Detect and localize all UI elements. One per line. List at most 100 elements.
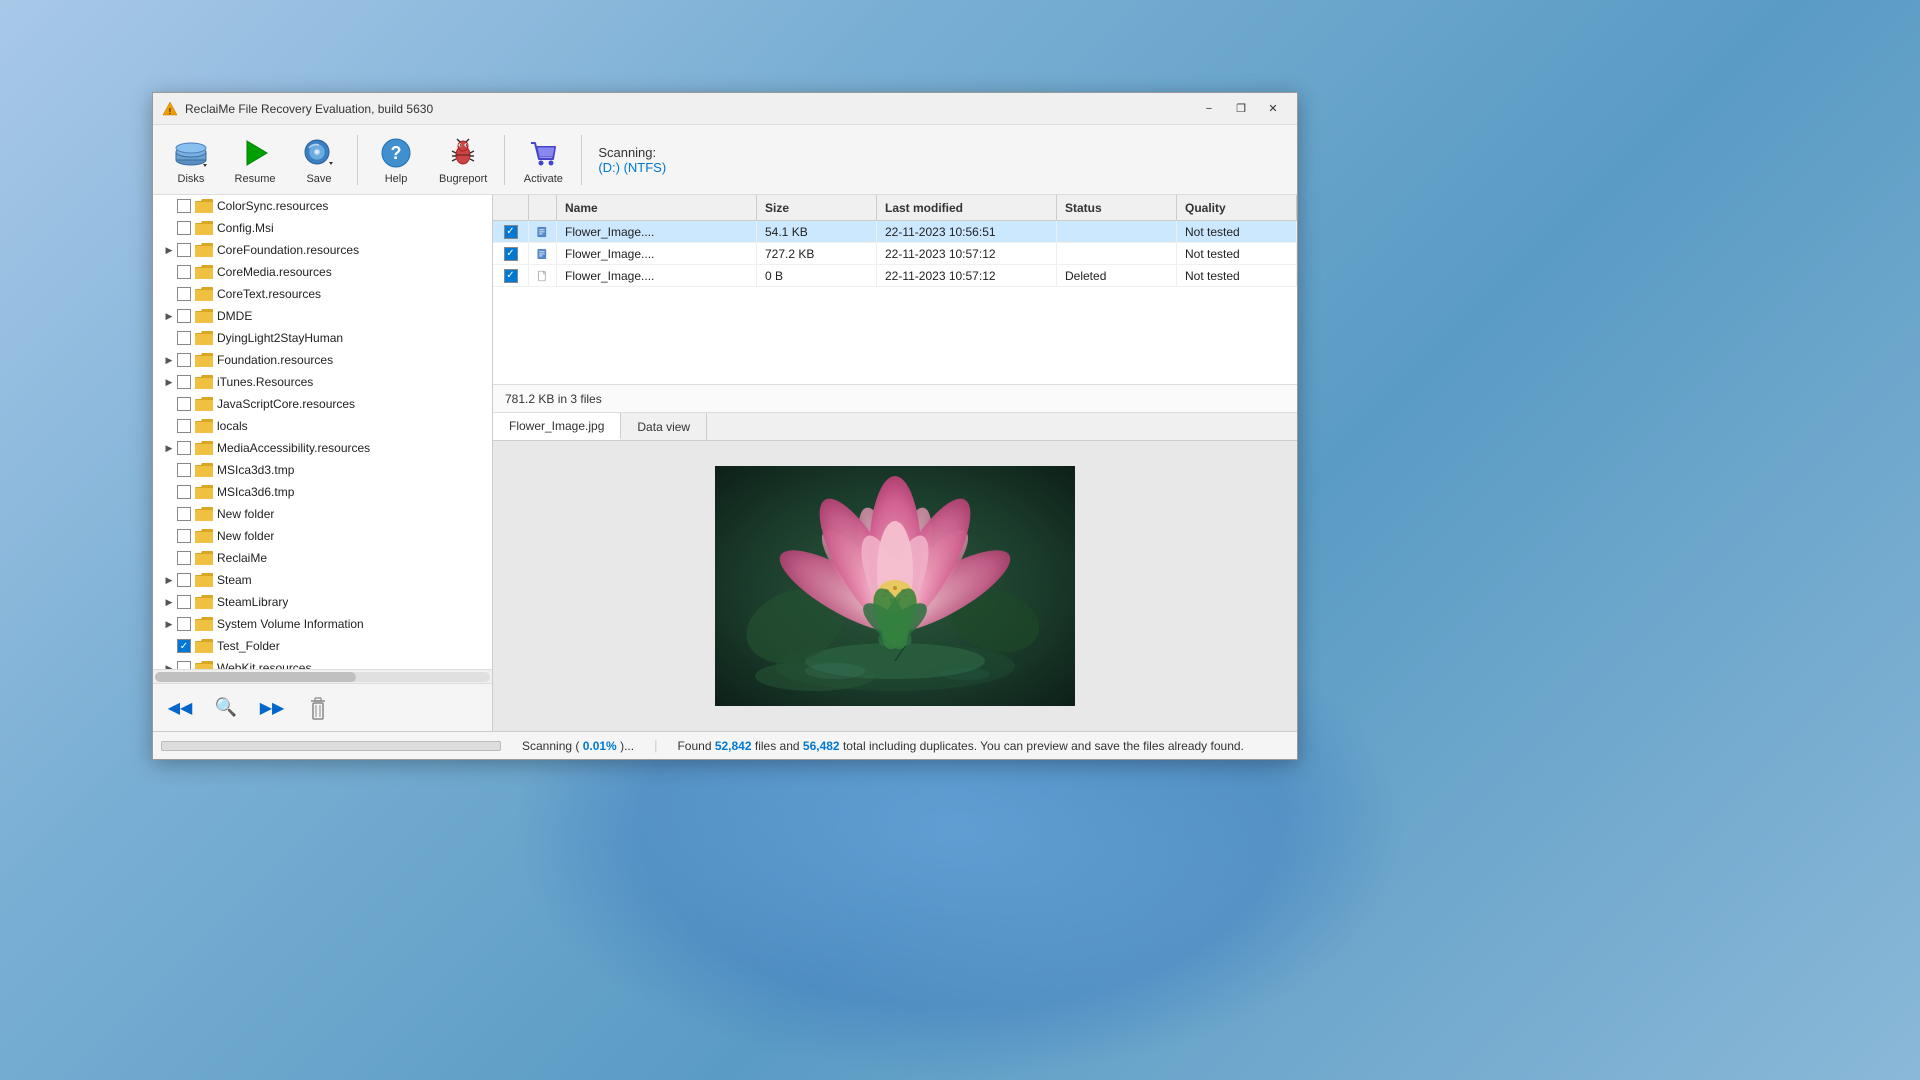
bugreport-button[interactable]: Bugreport bbox=[430, 129, 496, 191]
tree-item-label: MSIca3d6.tmp bbox=[217, 485, 294, 499]
tree-horizontal-scrollbar[interactable] bbox=[153, 669, 492, 683]
tree-item[interactable]: ▶ DMDE bbox=[153, 305, 492, 327]
tree-item[interactable]: ▶ CoreFoundation.resources bbox=[153, 239, 492, 261]
tree-checkbox[interactable] bbox=[177, 199, 191, 213]
tree-checkbox[interactable] bbox=[177, 419, 191, 433]
row-checkbox[interactable]: ✓ bbox=[493, 243, 529, 264]
tree-item[interactable]: CoreText.resources bbox=[153, 283, 492, 305]
tree-checkbox[interactable] bbox=[177, 309, 191, 323]
tree-checkbox[interactable] bbox=[177, 397, 191, 411]
nav-first-button[interactable]: ◀◀ bbox=[161, 690, 199, 726]
tree-item[interactable]: DyingLight2StayHuman bbox=[153, 327, 492, 349]
close-button[interactable]: ✕ bbox=[1257, 95, 1289, 123]
tree-expand[interactable]: ▶ bbox=[161, 616, 177, 632]
tab-image[interactable]: Flower_Image.jpg bbox=[493, 413, 621, 440]
activate-button[interactable]: Activate bbox=[513, 129, 573, 191]
tree-item[interactable]: ▶ MediaAccessibility.resources bbox=[153, 437, 492, 459]
found-prefix: Found bbox=[677, 739, 714, 753]
row-checkbox[interactable]: ✓ bbox=[493, 221, 529, 242]
scrollbar-thumb[interactable] bbox=[155, 672, 356, 682]
tree-checkbox[interactable] bbox=[177, 441, 191, 455]
tree-checkbox[interactable] bbox=[177, 287, 191, 301]
tree-item[interactable]: ▶ SteamLibrary bbox=[153, 591, 492, 613]
tree-item[interactable]: ▶ System Volume Information bbox=[153, 613, 492, 635]
tree-checkbox[interactable] bbox=[177, 617, 191, 631]
row-checkbox[interactable]: ✓ bbox=[493, 265, 529, 286]
tree-expand[interactable]: ▶ bbox=[161, 308, 177, 324]
tree-item[interactable]: MSIca3d3.tmp bbox=[153, 459, 492, 481]
tree-item[interactable]: ▶ Steam bbox=[153, 569, 492, 591]
tree-checkbox[interactable] bbox=[177, 661, 191, 669]
tree-item[interactable]: ▶ iTunes.Resources bbox=[153, 371, 492, 393]
tree-checkbox[interactable] bbox=[177, 331, 191, 345]
tree-checkbox-checked[interactable]: ✓ bbox=[177, 639, 191, 653]
save-button[interactable]: Save bbox=[289, 129, 349, 191]
tree-item-label: locals bbox=[217, 419, 248, 433]
tree-item[interactable]: MSIca3d6.tmp bbox=[153, 481, 492, 503]
help-button[interactable]: ? Help bbox=[366, 129, 426, 191]
tree-expand[interactable]: ▶ bbox=[161, 352, 177, 368]
file-table-row[interactable]: ✓ Flower_Image.... 54.1 KB bbox=[493, 221, 1297, 243]
tree-checkbox[interactable] bbox=[177, 221, 191, 235]
col-header-size[interactable]: Size bbox=[757, 195, 877, 220]
resume-button[interactable]: Resume bbox=[225, 129, 285, 191]
tree-expand[interactable]: ▶ bbox=[161, 440, 177, 456]
restore-button[interactable]: ❐ bbox=[1225, 95, 1257, 123]
tree-item[interactable]: New folder bbox=[153, 525, 492, 547]
file-tree[interactable]: ColorSync.resources Config.Msi ▶ bbox=[153, 195, 492, 669]
summary-bar: 781.2 KB in 3 files bbox=[493, 385, 1297, 413]
tree-checkbox[interactable] bbox=[177, 265, 191, 279]
tree-checkbox[interactable] bbox=[177, 353, 191, 367]
checkbox-checked[interactable]: ✓ bbox=[504, 269, 518, 283]
row-file-icon bbox=[529, 243, 557, 264]
file-table-row[interactable]: ✓ Flower_Image.... 0 B 22-11-2023 10:57:… bbox=[493, 265, 1297, 287]
row-file-name: Flower_Image.... bbox=[557, 221, 757, 242]
svg-text:?: ? bbox=[391, 143, 402, 163]
tree-expand[interactable]: ▶ bbox=[161, 572, 177, 588]
tree-checkbox[interactable] bbox=[177, 529, 191, 543]
tree-item[interactable]: CoreMedia.resources bbox=[153, 261, 492, 283]
tree-checkbox[interactable] bbox=[177, 551, 191, 565]
toolbar-divider-1 bbox=[357, 135, 358, 185]
tree-item[interactable]: JavaScriptCore.resources bbox=[153, 393, 492, 415]
search-button[interactable]: 🔍 bbox=[207, 690, 245, 726]
col-header-modified[interactable]: Last modified bbox=[877, 195, 1057, 220]
tree-item-label: JavaScriptCore.resources bbox=[217, 397, 355, 411]
tree-expand[interactable]: ▶ bbox=[161, 242, 177, 258]
scan-prefix: Scanning ( bbox=[522, 739, 583, 753]
minimize-button[interactable]: − bbox=[1193, 95, 1225, 123]
tree-item[interactable]: ReclaiMe bbox=[153, 547, 492, 569]
tree-checkbox[interactable] bbox=[177, 485, 191, 499]
col-header-name[interactable]: Name bbox=[557, 195, 757, 220]
checkbox-checked[interactable]: ✓ bbox=[504, 225, 518, 239]
row-file-status: Deleted bbox=[1057, 265, 1177, 286]
tree-checkbox[interactable] bbox=[177, 243, 191, 257]
tree-item[interactable]: locals bbox=[153, 415, 492, 437]
tree-expand[interactable]: ▶ bbox=[161, 374, 177, 390]
tree-checkbox[interactable] bbox=[177, 507, 191, 521]
tree-expand[interactable]: ▶ bbox=[161, 660, 177, 669]
nav-next-button[interactable]: ▶▶ bbox=[253, 690, 291, 726]
tree-checkbox[interactable] bbox=[177, 573, 191, 587]
tree-item[interactable]: ▶ Foundation.resources bbox=[153, 349, 492, 371]
scanning-label: Scanning: bbox=[598, 145, 666, 160]
file-table-row[interactable]: ✓ Flower_Image.... 727.2 KB bbox=[493, 243, 1297, 265]
tree-checkbox[interactable] bbox=[177, 595, 191, 609]
col-header-quality[interactable]: Quality bbox=[1177, 195, 1297, 220]
tree-checkbox[interactable] bbox=[177, 375, 191, 389]
col-header-icon bbox=[529, 195, 557, 220]
tree-item[interactable]: Config.Msi bbox=[153, 217, 492, 239]
folder-icon bbox=[195, 374, 213, 390]
tab-data[interactable]: Data view bbox=[621, 413, 707, 440]
disks-button[interactable]: Disks bbox=[161, 129, 221, 191]
delete-button[interactable] bbox=[299, 690, 337, 726]
tree-item[interactable]: ColorSync.resources bbox=[153, 195, 492, 217]
col-header-status[interactable]: Status bbox=[1057, 195, 1177, 220]
tree-item-test-folder[interactable]: ✓ Test_Folder bbox=[153, 635, 492, 657]
tree-item[interactable]: New folder bbox=[153, 503, 492, 525]
checkbox-checked[interactable]: ✓ bbox=[504, 247, 518, 261]
tree-expand[interactable]: ▶ bbox=[161, 594, 177, 610]
title-bar: ! ReclaiMe File Recovery Evaluation, bui… bbox=[153, 93, 1297, 125]
tree-item[interactable]: ▶ WebKit.resources bbox=[153, 657, 492, 669]
tree-checkbox[interactable] bbox=[177, 463, 191, 477]
